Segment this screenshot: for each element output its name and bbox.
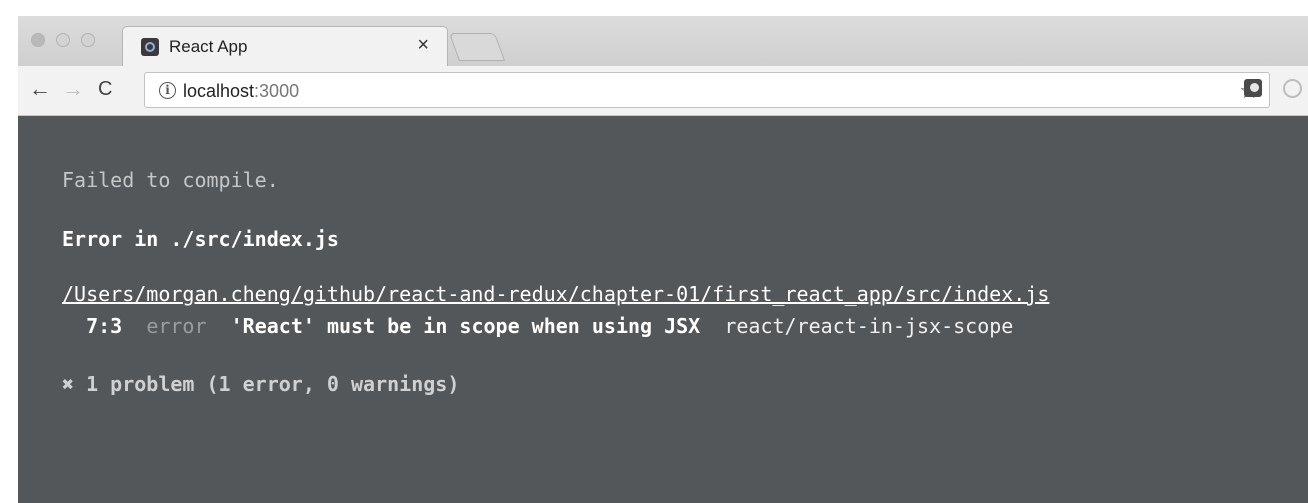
extension-icon-secondary[interactable] <box>1283 79 1302 98</box>
address-bar[interactable]: i localhost:3000 ☆ <box>144 72 1270 108</box>
compile-status-heading: Failed to compile. <box>62 168 279 192</box>
browser-window: React App × ← → C i localhost:3000 ☆ Fai… <box>18 16 1308 503</box>
error-file-path[interactable]: /Users/morgan.cheng/github/react-and-red… <box>62 282 1049 306</box>
problem-summary: ✖ 1 problem (1 error, 0 warnings) <box>62 372 460 396</box>
error-overlay: Failed to compile. Error in ./src/index.… <box>18 116 1308 503</box>
tab-react-app[interactable]: React App × <box>122 26 448 66</box>
back-arrow-icon[interactable]: ← <box>29 77 51 101</box>
new-tab-button[interactable] <box>448 33 506 61</box>
lint-position: 7:3 <box>86 314 123 338</box>
react-favicon-icon <box>141 38 159 56</box>
maximize-window-button[interactable] <box>81 33 95 47</box>
lint-severity: error <box>146 314 207 338</box>
tab-title: React App <box>169 37 248 56</box>
url-text[interactable]: localhost:3000 <box>183 81 299 102</box>
info-icon[interactable]: i <box>159 82 176 99</box>
close-window-button[interactable] <box>31 33 45 47</box>
tab-close-icon[interactable]: × <box>417 34 429 57</box>
url-host: localhost <box>183 81 255 101</box>
lint-message-row: 7:3 error 'React' must be in scope when … <box>62 314 1013 338</box>
reload-icon[interactable]: C <box>98 77 112 101</box>
lint-message: 'React' must be in scope when using JSX <box>230 314 701 338</box>
extension-icon[interactable] <box>1244 79 1262 97</box>
browser-toolbar: ← → C i localhost:3000 ☆ <box>18 66 1308 116</box>
lint-rule: react/react-in-jsx-scope <box>724 314 1014 338</box>
url-port: :3000 <box>254 81 300 101</box>
minimize-window-button[interactable] <box>56 33 70 47</box>
error-title: Error in ./src/index.js <box>62 227 339 251</box>
forward-arrow-icon[interactable]: → <box>62 77 84 101</box>
tab-strip: React App × <box>18 16 1308 66</box>
